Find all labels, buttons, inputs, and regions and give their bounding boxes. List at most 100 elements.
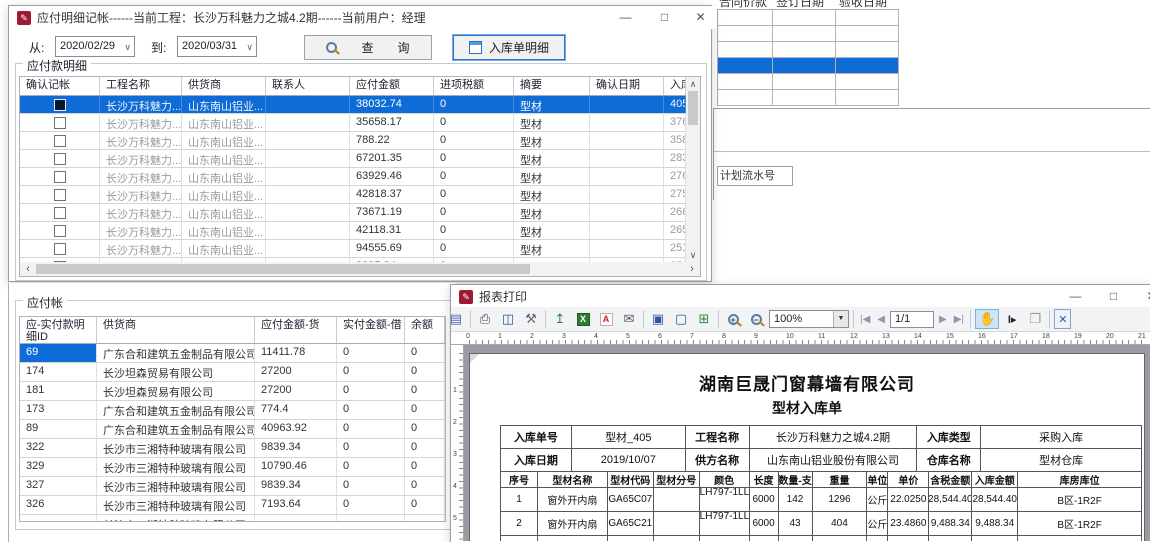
pdf-export-icon[interactable]: A [596,309,616,329]
scroll-down-icon[interactable]: ∨ [686,250,700,261]
document-icon[interactable]: ▤ [446,309,466,329]
column-header[interactable]: 供货商 [182,77,266,95]
excel-export-icon[interactable]: X [573,309,593,329]
titlebar[interactable]: ✎ 应付明细记帐------当前工程：长沙万科魅力之城4.2期------当前用… [9,6,711,29]
close-button[interactable]: ✕ [1135,285,1150,308]
minimize-button[interactable]: — [609,6,642,29]
bg-table-row[interactable] [718,74,899,90]
query-button[interactable]: 查 询 [304,35,432,60]
grid-row[interactable]: 长沙万科魅力...山东南山铝业...42818.370型材275 [20,186,700,204]
confirm-checkbox[interactable] [54,153,66,165]
grid-row[interactable]: 长沙万科魅力...山东南山铝业...63929.460型材276 [20,168,700,186]
bg-table-row[interactable] [718,42,899,58]
previous-page-button[interactable]: ◀ [875,314,887,325]
confirm-checkbox[interactable] [54,207,66,219]
confirm-checkbox[interactable] [54,117,66,129]
grid-row[interactable]: 326长沙市三湘特种玻璃有限公司7193.6400 [20,496,445,515]
horizontal-scrollbar[interactable]: ‹ › [20,262,700,276]
multi-page-icon[interactable]: ⊞ [694,309,714,329]
chevron-down-icon[interactable]: ∨ [124,38,131,57]
column-header[interactable]: 供货商 [97,317,255,343]
confirm-checkbox[interactable] [54,171,66,183]
grid-row[interactable]: 322长沙市三湘特种玻璃有限公司9839.3400 [20,439,445,458]
column-header[interactable]: 确认记帐 [20,77,100,95]
grid-row[interactable]: 长沙万科魅力...山东南山铝业...67201.350型材283 [20,150,700,168]
zoom-in-icon[interactable]: + [723,309,743,329]
print-preview-area[interactable]: 12345 湖南巨晟门窗幕墙有限公司 型材入库单 入库单号型材_405工程名称长… [451,345,1150,541]
column-header[interactable]: 摘要 [514,77,590,95]
bg-table-row[interactable] [718,90,899,106]
confirm-checkbox[interactable] [54,243,66,255]
grid-row[interactable]: 长沙万科魅力...山东南山铝业...788.220型材358 [20,132,700,150]
grid-row[interactable]: 长沙万科魅力...山东南山铝业...73671.190型材266 [20,204,700,222]
grid-row[interactable]: 长沙市三湘特种玻璃有限公司 [20,515,445,522]
book-icon[interactable]: ◫ [498,309,518,329]
column-header[interactable]: 应付金额 [350,77,434,95]
column-header[interactable]: 进项税额 [434,77,514,95]
last-page-button[interactable]: ▶| [952,314,966,325]
vertical-scrollbar[interactable]: ∧ ∨ [686,77,700,263]
report-item-cell: B区-1R2F [1018,512,1142,536]
tools-icon[interactable]: ⚒ [521,309,541,329]
minimize-button[interactable]: — [1059,285,1092,308]
scroll-right-icon[interactable]: › [686,264,698,274]
scroll-up-icon[interactable]: ∧ [686,79,700,90]
page-setup-icon[interactable]: ▣ [648,309,668,329]
export-icon[interactable]: ↥ [550,309,570,329]
inbound-detail-button[interactable]: 入库单明细 [453,35,565,60]
hand-tool-icon[interactable]: ✋ [975,309,999,329]
column-header[interactable]: 工程名称 [100,77,182,95]
report-item-cell: 2 [501,512,538,536]
maximize-button[interactable]: □ [648,6,681,29]
zoom-out-icon[interactable]: − [746,309,766,329]
grid-row[interactable]: 长沙万科魅力...山东南山铝业...35658.170型材376 [20,114,700,132]
from-date-combo[interactable]: 2020/02/29 ∨ [55,36,135,57]
chevron-down-icon[interactable]: ∨ [246,38,253,57]
bg-table-row[interactable] [718,58,899,74]
confirm-checkbox[interactable] [54,135,66,147]
grid-row[interactable]: 长沙万科魅力...山东南山铝业...38032.740型材405 [20,96,700,114]
grid-row[interactable]: 89广东合和建筑五金制品有限公司40963.9200 [20,420,445,439]
copy-icon[interactable]: ❐ [1025,309,1045,329]
column-header[interactable]: 应-实付款明细ID [20,317,97,343]
column-header[interactable]: 实付金额-借 [337,317,405,343]
column-header[interactable]: 入库 [664,77,686,95]
page-number-input[interactable]: 1/1 [890,311,934,328]
maximize-button[interactable]: □ [1097,285,1130,308]
zoom-level-combo[interactable]: 100% ▼ [769,310,849,328]
grid-cell: 型材 [514,186,590,203]
printer-icon[interactable]: ⎙ [475,309,495,329]
grid-cell: 0 [434,150,514,167]
confirm-checkbox[interactable] [54,189,66,201]
text-select-icon[interactable]: I▸ [1002,309,1022,329]
bg-table-row[interactable] [718,10,899,26]
titlebar[interactable]: ✎ 报表打印 — □ ✕ [451,285,1150,308]
grid-row[interactable]: 174长沙坦森贸易有限公司2720000 [20,363,445,382]
report-info-label: 入库单号 [501,426,572,449]
close-button[interactable]: ✕ [684,6,717,29]
grid-row[interactable]: 长沙万科魅力...山东南山铝业...94555.690型材251 [20,240,700,258]
confirm-checkbox[interactable] [54,99,66,111]
scroll-left-icon[interactable]: ‹ [22,264,34,274]
to-date-combo[interactable]: 2020/03/31 ∨ [177,36,257,57]
first-page-button[interactable]: |◀ [858,314,872,325]
grid-row[interactable]: 69广东合和建筑五金制品有限公司11411.7800 [20,344,445,363]
bg-table-row[interactable] [718,26,899,42]
close-preview-icon[interactable]: ✕ [1054,309,1071,329]
next-page-button[interactable]: ▶ [937,314,949,325]
confirm-checkbox[interactable] [54,225,66,237]
grid-row[interactable]: 173广东合和建筑五金制品有限公司774.400 [20,401,445,420]
scrollbar-thumb[interactable] [36,264,530,274]
grid-row[interactable]: 长沙万科魅力...山东南山铝业...42118.310型材265 [20,222,700,240]
mail-icon[interactable]: ✉ [619,309,639,329]
grid-row[interactable]: 181长沙坦森贸易有限公司2720000 [20,382,445,401]
column-header[interactable]: 确认日期 [590,77,664,95]
grid-row[interactable]: 329长沙市三湘特种玻璃有限公司10790.4600 [20,458,445,477]
grid-row[interactable]: 327长沙市三湘特种玻璃有限公司9839.3400 [20,477,445,496]
column-header[interactable]: 应付金额-货 [255,317,337,343]
scrollbar-thumb[interactable] [688,91,698,125]
column-header[interactable]: 联系人 [266,77,350,95]
column-header[interactable]: 余额 [405,317,445,343]
single-page-icon[interactable]: ▢ [671,309,691,329]
chevron-down-icon[interactable]: ▼ [833,311,848,327]
